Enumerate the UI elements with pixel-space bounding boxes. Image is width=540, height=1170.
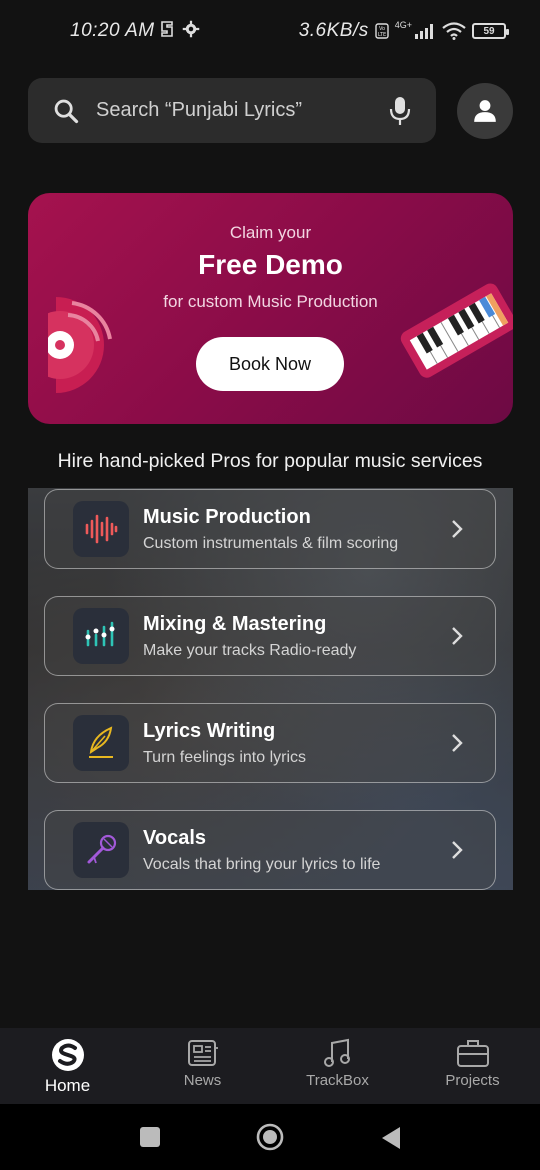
book-now-button[interactable]: Book Now bbox=[196, 337, 344, 391]
service-card-music-production[interactable]: Music Production Custom instrumentals & … bbox=[44, 489, 496, 569]
nav-item-home[interactable]: Home bbox=[0, 1028, 135, 1104]
service-text: Music Production Custom instrumentals & … bbox=[143, 506, 449, 553]
chevron-right-icon bbox=[452, 627, 463, 645]
storage-icon bbox=[161, 21, 173, 37]
service-description: Turn feelings into lyrics bbox=[143, 748, 307, 766]
volte-icon: VoLTE bbox=[375, 23, 389, 39]
status-bar: 10:20 AM 3.6KB/s Vo LTE 4G+ 59 bbox=[0, 0, 540, 64]
section-heading: Hire hand-picked Pros for popular music … bbox=[57, 450, 483, 472]
bottom-navigation: Home News TrackBox Projects bbox=[0, 1028, 540, 1104]
service-card-vocals[interactable]: Vocals Vocals that bring your lyrics to … bbox=[44, 810, 496, 890]
service-title: Music Production bbox=[143, 505, 311, 528]
home-logo-icon bbox=[51, 1039, 84, 1071]
nav-item-trackbox[interactable]: TrackBox bbox=[270, 1028, 405, 1104]
battery-level: 59 bbox=[483, 25, 495, 37]
system-navigation-bar bbox=[0, 1104, 540, 1170]
search-bar[interactable]: Search “Punjabi Lyrics” bbox=[28, 78, 436, 143]
wifi-icon bbox=[442, 22, 466, 40]
chevron-right-icon bbox=[452, 734, 463, 752]
service-title: Mixing & Mastering bbox=[143, 612, 327, 635]
quill-icon bbox=[89, 726, 113, 758]
service-card-lyrics-writing[interactable]: Lyrics Writing Turn feelings into lyrics bbox=[44, 703, 496, 783]
network-speed: 3.6KB/s bbox=[298, 20, 369, 41]
microphone-icon[interactable] bbox=[388, 96, 412, 126]
services-panel: Music Production Custom instrumentals & … bbox=[28, 488, 513, 890]
back-button[interactable] bbox=[380, 1126, 402, 1150]
nav-label: Home bbox=[44, 1076, 91, 1095]
svg-text:LTE: LTE bbox=[378, 32, 386, 38]
service-title: Vocals bbox=[143, 826, 206, 849]
signal-icon bbox=[415, 24, 433, 39]
banner-claim-text: Claim your bbox=[229, 223, 312, 242]
service-description: Vocals that bring your lyrics to life bbox=[143, 855, 381, 873]
nav-item-news[interactable]: News bbox=[135, 1028, 270, 1104]
service-title: Lyrics Writing bbox=[143, 719, 276, 742]
nav-label: Projects bbox=[445, 1072, 500, 1089]
microphone-icon bbox=[87, 834, 117, 864]
status-time: 10:20 AM bbox=[70, 20, 155, 41]
service-icon-box bbox=[73, 501, 129, 557]
service-card-mixing-mastering[interactable]: Mixing & Mastering Make your tracks Radi… bbox=[44, 596, 496, 676]
home-button[interactable] bbox=[256, 1123, 284, 1151]
search-input[interactable]: Search “Punjabi Lyrics” bbox=[96, 99, 388, 122]
search-icon bbox=[54, 99, 79, 123]
recent-apps-button[interactable] bbox=[139, 1126, 161, 1148]
service-icon-box bbox=[73, 822, 129, 878]
battery-indicator: 59 bbox=[472, 23, 509, 39]
nav-item-projects[interactable]: Projects bbox=[405, 1028, 540, 1104]
chevron-right-icon bbox=[452, 520, 463, 538]
service-text: Mixing & Mastering Make your tracks Radi… bbox=[143, 613, 449, 660]
waveform-icon bbox=[85, 514, 118, 544]
service-text: Lyrics Writing Turn feelings into lyrics bbox=[143, 720, 449, 767]
equalizer-icon bbox=[85, 621, 115, 647]
service-description: Custom instrumentals & film scoring bbox=[143, 534, 399, 552]
gear-icon bbox=[182, 20, 200, 38]
user-icon bbox=[474, 100, 496, 122]
status-right: 3.6KB/s Vo LTE 4G+ 59 bbox=[298, 20, 509, 42]
service-icon-box bbox=[73, 715, 129, 771]
nav-label: News bbox=[183, 1072, 222, 1089]
news-icon bbox=[187, 1040, 218, 1066]
briefcase-icon bbox=[456, 1040, 489, 1067]
nav-label: TrackBox bbox=[306, 1072, 369, 1089]
status-left-icons bbox=[160, 20, 200, 38]
keyboard-icon bbox=[400, 283, 513, 378]
profile-avatar-button[interactable] bbox=[457, 83, 513, 139]
free-demo-banner[interactable]: Claim your Free Demo for custom Music Pr… bbox=[28, 193, 513, 424]
music-note-icon bbox=[323, 1038, 350, 1067]
service-description: Make your tracks Radio-ready bbox=[143, 641, 357, 659]
chevron-right-icon bbox=[452, 841, 463, 859]
service-text: Vocals Vocals that bring your lyrics to … bbox=[143, 827, 449, 874]
service-icon-box bbox=[73, 608, 129, 664]
network-type: 4G+ bbox=[394, 20, 412, 30]
